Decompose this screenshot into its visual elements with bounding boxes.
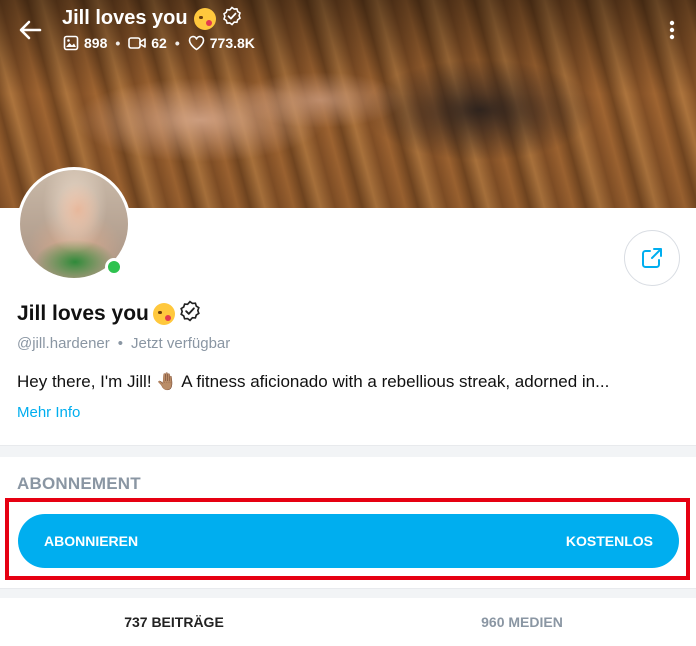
kissing-face-emoji-icon — [152, 302, 175, 325]
kebab-menu-icon[interactable] — [660, 16, 684, 44]
photos-stat: 898 — [63, 35, 107, 51]
image-icon — [63, 35, 79, 51]
availability-status: Jetzt verfügbar — [131, 335, 231, 352]
header-title: Jill loves you — [62, 7, 188, 29]
heart-icon — [188, 35, 205, 51]
profile-bio: Hey there, I'm Jill! 🤚🏽 A fitness aficio… — [17, 372, 610, 391]
header-stats: 898 • 62 • 773.8K — [63, 35, 255, 51]
subscribe-label: ABONNIEREN — [44, 533, 139, 549]
handle-separator: • — [117, 335, 124, 352]
verified-badge-icon — [179, 300, 201, 327]
subscribe-price: KOSTENLOS — [565, 533, 653, 549]
photos-count: 898 — [84, 35, 108, 51]
verified-badge-icon — [222, 6, 242, 31]
section-divider — [0, 445, 696, 457]
profile-name: Jill loves you — [17, 301, 149, 325]
likes-stat: 773.8K — [188, 35, 255, 51]
online-status-indicator — [105, 258, 123, 276]
stat-separator: • — [115, 35, 121, 51]
subscription-heading: ABONNEMENT — [17, 474, 141, 493]
profile-tabs: 737 BEITRÄGE 960 MEDIEN — [0, 598, 696, 646]
back-arrow-icon[interactable] — [16, 16, 44, 44]
tab-posts[interactable]: 737 BEITRÄGE — [0, 598, 348, 646]
tab-media[interactable]: 960 MEDIEN — [348, 598, 696, 646]
profile-name-row: Jill loves you — [17, 300, 201, 327]
videos-stat: 62 — [128, 35, 167, 51]
share-icon — [642, 248, 662, 268]
share-button[interactable] — [624, 230, 680, 286]
video-icon — [128, 37, 147, 49]
videos-count: 62 — [151, 35, 167, 51]
header-title-row: Jill loves you — [62, 6, 242, 31]
subscribe-button[interactable]: ABONNIEREN KOSTENLOS — [18, 514, 679, 568]
likes-count: 773.8K — [209, 35, 255, 51]
top-bar: Jill loves you 898 • 62 • 773.8K — [0, 0, 696, 60]
profile-handle: @jill.hardener — [17, 335, 110, 352]
handle-row: @jill.hardener • Jetzt verfügbar — [17, 335, 230, 352]
stat-separator: • — [174, 35, 180, 51]
kissing-face-emoji-icon — [193, 7, 216, 30]
more-info-link[interactable]: Mehr Info — [17, 404, 80, 421]
section-divider — [0, 588, 696, 598]
